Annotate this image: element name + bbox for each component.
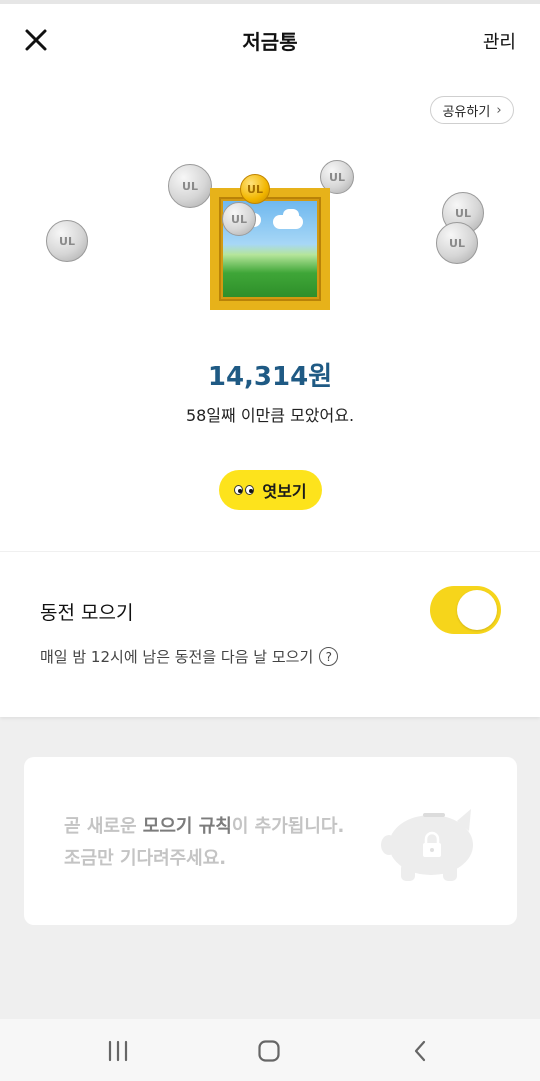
coin-icon: UL [222,202,256,236]
coin-collect-label: 동전 모으기 [40,602,134,624]
help-icon[interactable]: ? [319,647,339,666]
coin-collect-toggle[interactable] [430,586,501,634]
header: 저금통 관리 [0,4,540,76]
piggy-bank-lock-icon [381,809,473,881]
coin-icon: UL [168,164,212,208]
eyes-icon [234,485,255,495]
back-icon [414,1040,426,1062]
system-nav-bar [0,1019,540,1081]
piggy-illustration: UL UL UL UL UL UL UL [0,144,540,324]
chevron-right-icon: › [496,102,502,118]
recent-apps-icon [108,1040,128,1062]
notice-line-1: 곧 새로운 모으기 규칙이 추가됩니다. [64,816,345,837]
home-button[interactable] [249,1037,289,1065]
share-label: 공유하기 [442,104,491,120]
piggy-bank-panel: 저금통 관리 공유하기 › UL UL UL UL UL UL UL 14,31… [0,4,540,717]
peek-button[interactable]: 엿보기 [219,470,322,510]
page-title: 저금통 [242,30,298,54]
coin-icon: UL [436,222,478,264]
savings-subtext: 58일째 이만큼 모았어요. [185,406,355,425]
home-icon [258,1040,280,1062]
coin-collect-description: 매일 밤 12시에 남은 동전을 다음 날 모으기 ? [40,646,339,667]
notice-line-2: 조금만 기다려주세요. [64,848,227,869]
back-button[interactable] [400,1037,440,1065]
recent-apps-button[interactable] [98,1037,138,1065]
manage-button[interactable]: 관리 [483,28,516,54]
share-button[interactable]: 공유하기 › [430,96,514,124]
gold-coin-icon: UL [240,174,270,204]
coin-collect-description-text: 매일 밤 12시에 남은 동전을 다음 날 모으기 [40,648,314,666]
savings-amount: 14,314원 [207,362,333,392]
notice-card: 곧 새로운 모으기 규칙이 추가됩니다. 조금만 기다려주세요. [24,757,517,925]
peek-label: 엿보기 [262,482,307,501]
divider [0,551,540,552]
toggle-knob [457,590,497,630]
notice-text: 곧 새로운 모으기 규칙이 추가됩니다. 조금만 기다려주세요. [64,811,344,875]
coin-icon: UL [46,220,88,262]
